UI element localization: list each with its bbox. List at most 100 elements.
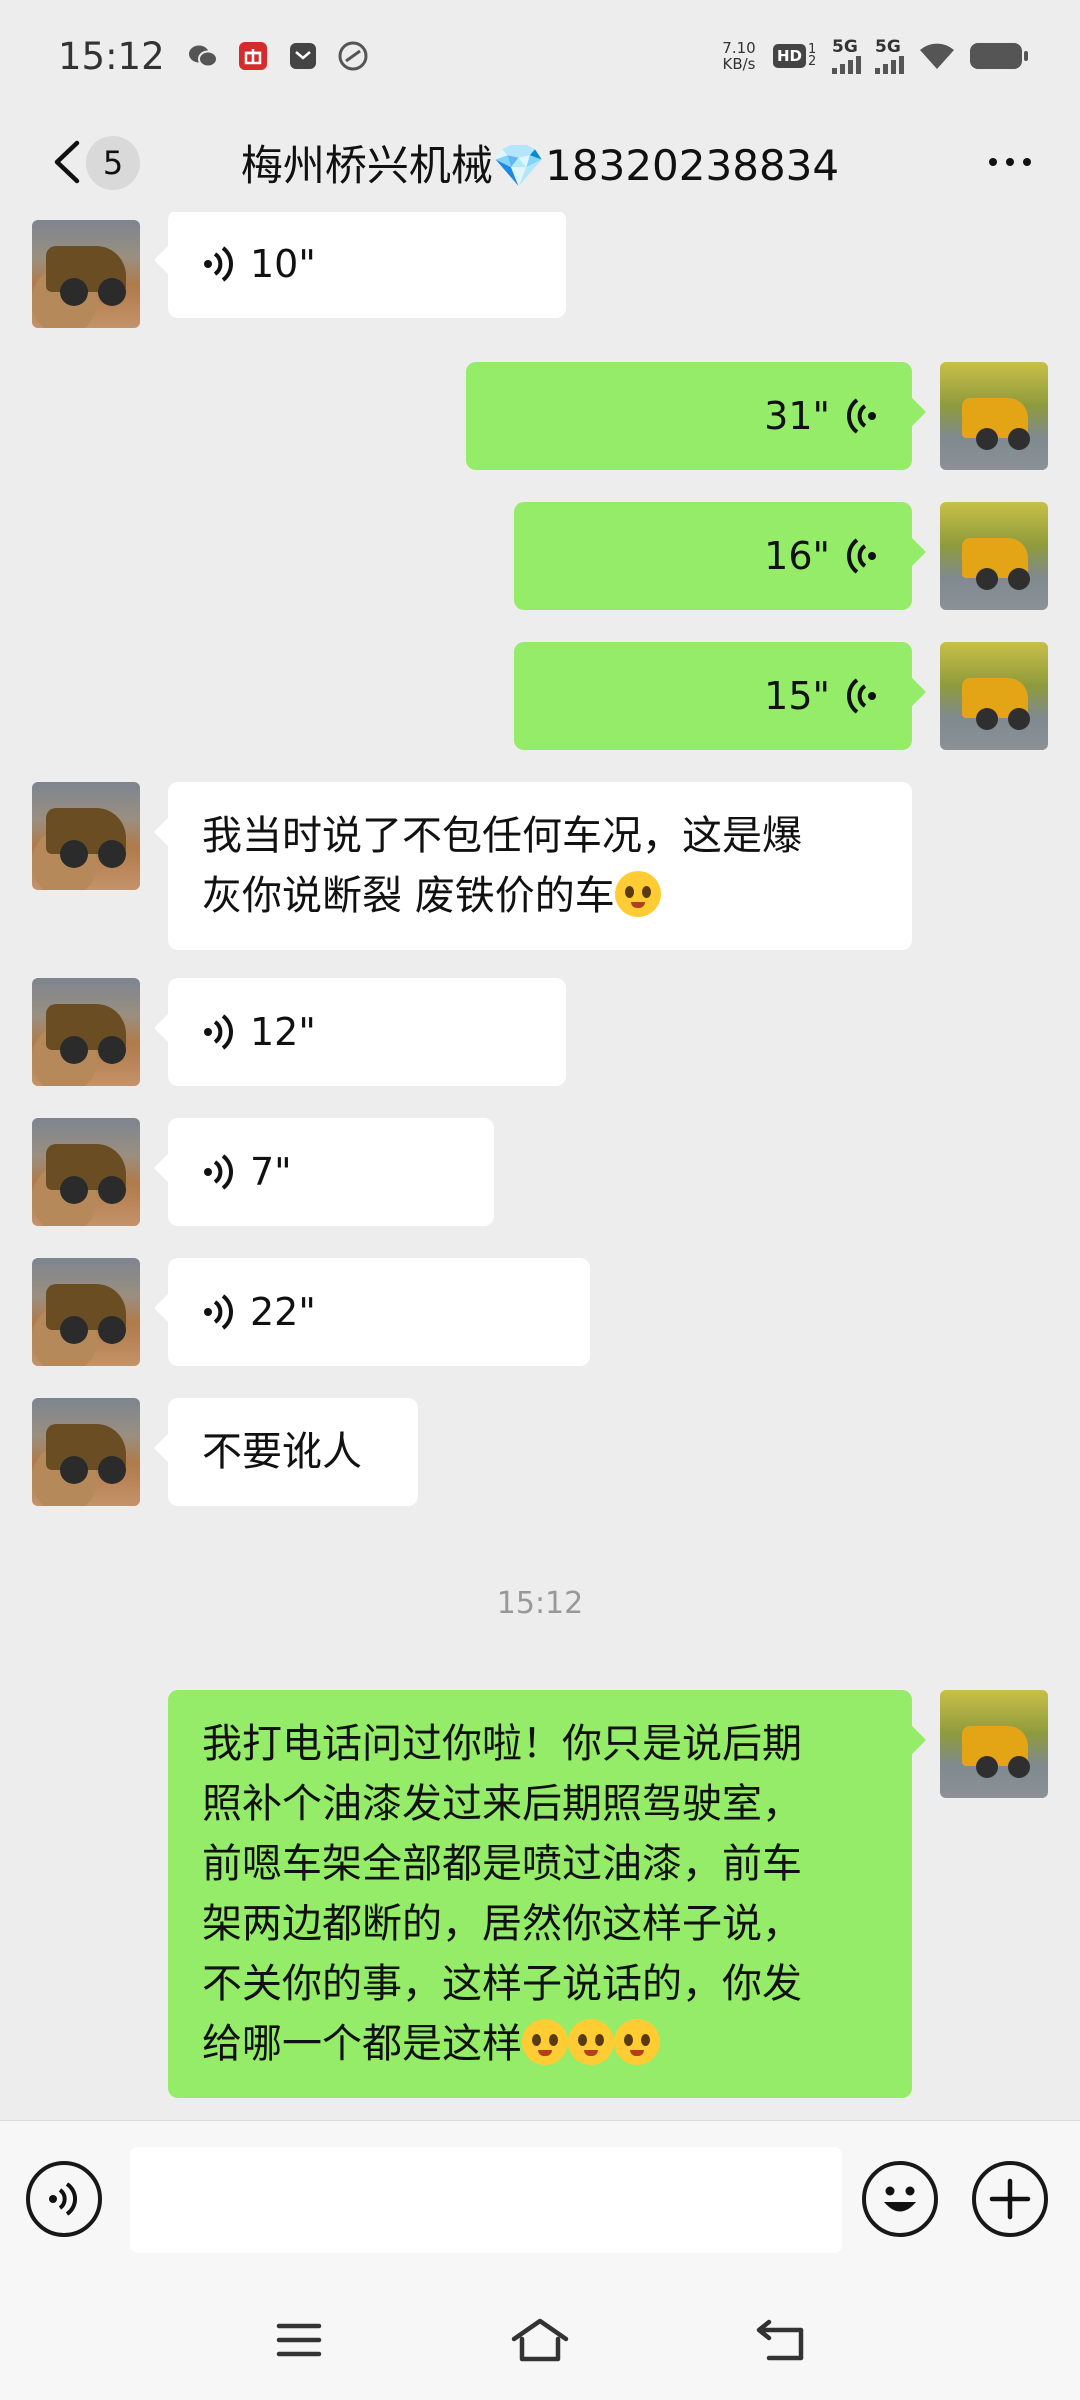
voice-wave-icon [847, 398, 876, 434]
message-text-line: 灰你说断裂 废铁价的车 [202, 873, 615, 919]
back-arrow-icon [756, 2319, 804, 2361]
wifi-icon [918, 40, 956, 72]
hd-volte-icon: HD 1 2 [772, 42, 818, 69]
more-dot-icon [989, 158, 997, 166]
voice-message-bubble[interactable]: 16" [514, 502, 926, 610]
more-dot-icon [1006, 158, 1014, 166]
more-dot-icon [1023, 158, 1031, 166]
chevron-left-icon [54, 140, 80, 184]
voice-duration: 7" [250, 1150, 292, 1194]
message-item: 22" [0, 1258, 1080, 1366]
home-button[interactable] [505, 2310, 575, 2370]
system-navigation-bar [0, 2280, 1080, 2400]
self-avatar[interactable] [940, 1690, 1048, 1798]
voice-duration: 10" [250, 242, 316, 286]
message-item: 我打电话问过你啦！你只是说后期 照补个油漆发过来后期照驾驶室， 前嗯车架全部都是… [0, 1690, 1080, 2098]
status-time: 15:12 [58, 34, 165, 78]
sim2-signal-icon: 5G [875, 36, 904, 74]
text-message-bubble[interactable]: 我当时说了不包任何车况，这是爆 灰你说断裂 废铁价的车 [154, 782, 912, 950]
message-list[interactable]: 10" 31" 16" 15" 我当时说了不包任何车况，这是爆 灰你说断裂 废铁… [0, 212, 1080, 2120]
plus-icon [989, 2178, 1031, 2220]
contact-avatar[interactable] [32, 1398, 140, 1506]
laughing-tears-emoji-icon [614, 871, 661, 917]
more-functions-button[interactable] [972, 2161, 1048, 2237]
flushed-face-emoji-icon [568, 2019, 614, 2065]
message-item: 不要讹人 [0, 1398, 1080, 1506]
voice-message-bubble[interactable]: 31" [466, 362, 926, 470]
message-text-line: 我打电话问过你啦！你只是说后期 [202, 1721, 802, 1767]
message-text-line: 前嗯车架全部都是喷过油漆，前车 [202, 1841, 802, 1887]
voice-wave-icon [204, 1294, 233, 1330]
network-speed-value: 7.10 [722, 39, 756, 57]
contact-avatar[interactable] [32, 782, 140, 890]
more-options-button[interactable] [980, 142, 1040, 182]
sim1-signal-icon: 5G [832, 36, 861, 74]
message-item: 7" [0, 1118, 1080, 1226]
message-input[interactable] [130, 2147, 842, 2253]
message-item: 10" [0, 212, 1080, 328]
contact-avatar[interactable] [32, 1258, 140, 1366]
message-text-line: 给哪一个都是这样 [202, 2021, 522, 2067]
message-item: 12" [0, 978, 1080, 1086]
hd-label: HD [772, 44, 806, 68]
voice-message-bubble[interactable]: 15" [514, 642, 926, 750]
voice-wave-icon [847, 538, 876, 574]
system-indicators: 7.10 KB/s HD 1 2 5G 5G [719, 36, 1028, 74]
voice-message-bubble[interactable]: 22" [154, 1258, 590, 1366]
status-bar: 15:12 7.10 KB/s HD 1 2 5G 5G [0, 0, 1080, 112]
contact-avatar[interactable] [32, 1118, 140, 1226]
message-item: 15" [0, 642, 1080, 750]
message-item: 31" [0, 362, 1080, 470]
chat-input-bar [0, 2120, 1080, 2280]
time-divider: 15:12 [496, 1586, 584, 1621]
emoji-button[interactable] [862, 2161, 938, 2237]
message-text-line: 不关你的事，这样子说话的，你发 [202, 1961, 802, 2007]
wechat-icon [187, 40, 219, 72]
voice-duration: 12" [250, 1010, 316, 1054]
message-text-line: 架两边都断的，居然你这样子说， [202, 1901, 802, 1947]
text-message-bubble[interactable]: 我打电话问过你啦！你只是说后期 照补个油漆发过来后期照驾驶室， 前嗯车架全部都是… [168, 1690, 926, 2098]
contact-avatar[interactable] [32, 220, 140, 328]
voice-message-bubble[interactable]: 7" [154, 1118, 494, 1226]
voice-duration: 22" [250, 1290, 316, 1334]
network-speed: 7.10 KB/s [719, 40, 759, 72]
sim1-network-label: 5G [832, 36, 858, 57]
unread-count-badge[interactable]: 5 [86, 136, 140, 190]
message-item: 16" [0, 502, 1080, 610]
home-icon [511, 2318, 569, 2362]
flushed-face-emoji-icon [614, 2019, 660, 2065]
recent-apps-button[interactable] [264, 2310, 334, 2370]
voice-input-toggle-button[interactable] [26, 2161, 102, 2237]
contact-avatar[interactable] [32, 978, 140, 1086]
voice-message-bubble[interactable]: 10" [154, 212, 566, 318]
self-avatar[interactable] [940, 642, 1048, 750]
voice-duration: 16" [764, 534, 830, 578]
battery-icon [970, 43, 1028, 69]
message-text-line: 我当时说了不包任何车况，这是爆 [202, 813, 802, 859]
network-speed-unit: KB/s [722, 55, 756, 73]
voice-wave-icon [204, 246, 233, 282]
voice-message-bubble[interactable]: 12" [154, 978, 566, 1086]
text-message-bubble[interactable]: 不要讹人 [154, 1398, 418, 1506]
message-item: 我当时说了不包任何车况，这是爆 灰你说断裂 废铁价的车 [0, 782, 1080, 950]
hd-sub-label: 1 2 [808, 42, 817, 69]
voice-wave-icon [204, 1154, 233, 1190]
voice-wave-icon [49, 2182, 77, 2216]
link-app-icon [337, 40, 369, 72]
menu-icon [276, 2323, 322, 2357]
self-avatar[interactable] [940, 502, 1048, 610]
sim2-network-label: 5G [875, 36, 901, 57]
gift-app-icon [237, 40, 269, 72]
smiley-icon [884, 2186, 916, 2212]
chat-title: 梅州桥兴机械💎18320238834 [240, 140, 840, 190]
voice-duration: 31" [764, 394, 830, 438]
flushed-face-emoji-icon [522, 2019, 568, 2065]
self-avatar[interactable] [940, 362, 1048, 470]
voice-wave-icon [204, 1014, 233, 1050]
message-text: 不要讹人 [202, 1429, 362, 1475]
voice-wave-icon [847, 678, 876, 714]
chat-header: 梅州桥兴机械💎18320238834 5 [0, 112, 1080, 212]
system-back-button[interactable] [746, 2310, 816, 2370]
message-text-line: 照补个油漆发过来后期照驾驶室， [202, 1781, 802, 1827]
mail-app-icon [287, 40, 319, 72]
